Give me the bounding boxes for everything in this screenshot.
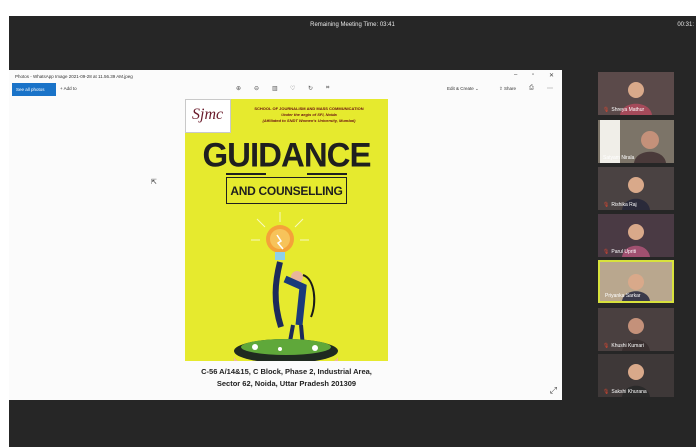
participant-name: Priyanka Sarkar: [605, 293, 641, 299]
participant-name: 🎙 Parul Upriti: [603, 249, 637, 255]
share-label: Share: [504, 86, 517, 91]
photos-app-window: Photos - WhatsApp Image 2021-09-28 at 11…: [9, 70, 562, 400]
delete-icon[interactable]: ▥: [272, 85, 278, 92]
person-figure: [272, 261, 284, 328]
participant-name: 🎙 Khushi Kumari: [603, 343, 644, 349]
crop-icon[interactable]: ⌗: [326, 85, 329, 92]
add-to-button[interactable]: + Add to: [60, 86, 77, 91]
mic-muted-icon: 🎙: [603, 343, 610, 349]
sjmc-logo: Sjmc: [185, 99, 231, 133]
poster-title: GUIDANCE: [202, 135, 371, 174]
mic-muted-icon: 🎙: [603, 249, 610, 255]
close-icon[interactable]: ✕: [549, 72, 554, 79]
poster-image: Sjmc SCHOOL OF JOURNALISM AND MASS COMMU…: [185, 99, 388, 361]
address-line-1: C-56 A/14&15, C Block, Phase 2, Industri…: [201, 367, 372, 376]
maximize-icon[interactable]: ▫: [532, 72, 534, 78]
photos-titlebar: Photos - WhatsApp Image 2021-09-28 at 11…: [9, 70, 562, 82]
edit-create-button[interactable]: Edit & Create ⌄: [447, 86, 479, 92]
remaining-time: Remaining Meeting Time: 03:41: [310, 22, 395, 28]
print-icon[interactable]: ⎙: [529, 85, 534, 92]
expand-icon[interactable]: ⤢: [550, 385, 557, 396]
header-line-3: (Affiliated to SNDT Women's University, …: [262, 118, 356, 123]
participant-name: 🎙 Shreya Mathur: [603, 107, 645, 113]
mic-muted-icon: 🎙: [603, 202, 610, 208]
zoom-in-icon[interactable]: ⊕: [236, 85, 241, 92]
see-all-photos-button[interactable]: See all photos: [12, 83, 56, 96]
participant-tile[interactable]: 🎙 Rishika Raj: [598, 167, 674, 210]
zoom-out-icon[interactable]: ⊖: [254, 85, 259, 92]
meeting-clock: 00:31:: [677, 22, 694, 28]
head-lightbulb-illustration: [234, 212, 338, 361]
rotate-icon[interactable]: ↻: [308, 85, 313, 92]
address-line-2: Sector 62, Noida, Uttar Pradesh 201309: [216, 379, 357, 388]
poster-address: C-56 A/14&15, C Block, Phase 2, Industri…: [185, 366, 388, 390]
divider: [226, 173, 266, 175]
participant-name: 🎙 Sakshi Khurana: [603, 389, 647, 395]
logo-text: Sjmc: [192, 106, 224, 123]
see-all-photos-label: See all photos: [16, 87, 45, 92]
mic-muted-icon: 🎙: [603, 107, 610, 113]
favorite-icon[interactable]: ♡: [290, 85, 295, 92]
participant-name: Satyam Nirala: [603, 155, 635, 161]
poster-subtitle: AND COUNSELLING: [226, 177, 347, 204]
photos-toolbar: See all photos + Add to ⊕ ⊖ ▥ ♡ ↻ ⌗ Edit…: [9, 82, 562, 98]
participant-tile[interactable]: Satyam Nirala: [598, 120, 674, 163]
participant-tile[interactable]: 🎙 Sakshi Khurana: [598, 354, 674, 397]
edit-create-label: Edit & Create: [447, 86, 474, 91]
participant-tile[interactable]: 🎙 Shreya Mathur: [598, 72, 674, 115]
meeting-window: Remaining Meeting Time: 03:41 00:31: Pho…: [9, 16, 696, 447]
divider: [307, 173, 347, 175]
participant-tile[interactable]: 🎙 Khushi Kumari: [598, 308, 674, 351]
participant-tile[interactable]: 🎙 Parul Upriti: [598, 214, 674, 257]
window-title: Photos - WhatsApp Image 2021-09-28 at 11…: [15, 74, 133, 79]
poster-header: SCHOOL OF JOURNALISM AND MASS COMMUNICAT…: [233, 106, 385, 124]
minimize-icon[interactable]: –: [514, 72, 517, 78]
mouse-cursor-icon: ⇱: [151, 179, 157, 186]
mic-muted-icon: 🎙: [603, 389, 610, 395]
participant-name: 🎙 Rishika Raj: [603, 202, 637, 208]
participant-tile-active-speaker[interactable]: Priyanka Sarkar: [598, 260, 674, 303]
more-options-icon[interactable]: ⋯: [547, 85, 553, 92]
share-button[interactable]: ⇪ Share: [499, 86, 516, 92]
